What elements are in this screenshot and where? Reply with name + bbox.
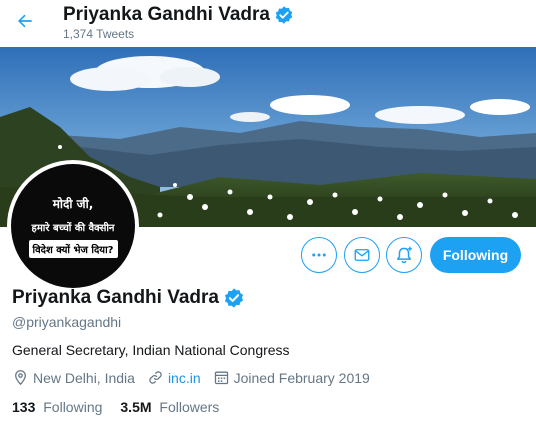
website-link[interactable]: inc.in: [168, 370, 201, 386]
header-title: Priyanka Gandhi Vadra: [63, 4, 294, 26]
following-button[interactable]: Following: [430, 237, 521, 273]
verified-badge-icon: [275, 6, 293, 24]
link-icon: [149, 371, 162, 384]
more-icon: [312, 253, 326, 257]
followers-count: 3.5M: [120, 399, 152, 415]
location-pin-icon: [15, 370, 26, 386]
calendar-icon: [214, 371, 228, 385]
follow-stats: 133 Following 3.5M Followers: [12, 399, 237, 415]
joined-item: Joined February 2019: [213, 369, 370, 386]
verified-badge-icon: [224, 288, 244, 308]
bell-plus-icon: [397, 246, 412, 264]
avatar-text-line2: हमारे बच्चों की वैक्सीन: [31, 222, 115, 234]
following-label: Following: [43, 399, 103, 415]
location-item: New Delhi, India: [12, 369, 135, 386]
tweets-count: 1,374 Tweets: [63, 27, 135, 41]
envelope-icon: [354, 249, 370, 261]
website-item: inc.in: [147, 369, 201, 386]
back-button[interactable]: [10, 6, 40, 36]
header-name: Priyanka Gandhi Vadra: [63, 4, 270, 25]
message-button[interactable]: [344, 237, 380, 273]
profile-meta: New Delhi, India inc.in Joined February …: [12, 369, 382, 386]
location-text: New Delhi, India: [33, 369, 135, 386]
avatar-image: मोदी जी, हमारे बच्चों की वैक्सीन विदेश क…: [11, 164, 135, 288]
more-button[interactable]: [301, 237, 337, 273]
arrow-left-icon: [18, 14, 32, 28]
notifications-button[interactable]: [386, 237, 422, 273]
following-count: 133: [12, 399, 36, 415]
joined-text: Joined February 2019: [233, 369, 370, 386]
profile-bio: General Secretary, Indian National Congr…: [12, 342, 290, 358]
profile-name-row: Priyanka Gandhi Vadra: [12, 287, 245, 309]
avatar-text-line1: मोदी जी,: [52, 196, 94, 211]
avatar-text-line3: विदेश क्यों भेज दिया?: [28, 239, 118, 258]
following-stat[interactable]: 133 Following: [12, 399, 102, 415]
profile-handle: @priyankagandhi: [12, 314, 122, 330]
profile-avatar[interactable]: मोदी जी, हमारे बच्चों की वैक्सीन विदेश क…: [7, 160, 139, 292]
followers-stat[interactable]: 3.5M Followers: [120, 399, 219, 415]
profile-header: Priyanka Gandhi Vadra 1,374 Tweets: [0, 0, 536, 47]
profile-name: Priyanka Gandhi Vadra: [12, 287, 219, 308]
followers-label: Followers: [159, 399, 220, 415]
